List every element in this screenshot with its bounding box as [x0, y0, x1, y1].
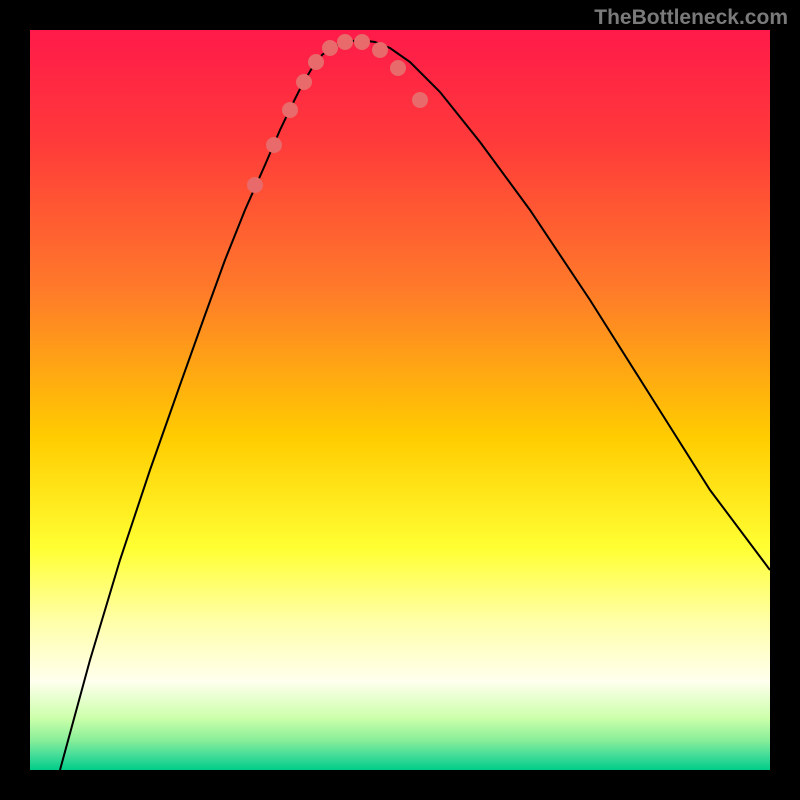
- plot-area: [30, 30, 770, 770]
- marker-point: [296, 74, 312, 90]
- marker-point: [322, 40, 338, 56]
- marker-point: [282, 102, 298, 118]
- bottleneck-curve: [60, 40, 770, 770]
- marker-point: [337, 34, 353, 50]
- marker-point: [412, 92, 428, 108]
- curve-markers: [247, 34, 428, 193]
- watermark-text: TheBottleneck.com: [594, 6, 788, 30]
- marker-point: [372, 42, 388, 58]
- marker-point: [266, 137, 282, 153]
- marker-point: [390, 60, 406, 76]
- curve-layer: [30, 30, 770, 770]
- marker-point: [308, 54, 324, 70]
- marker-point: [354, 34, 370, 50]
- marker-point: [247, 177, 263, 193]
- chart-container: TheBottleneck.com: [0, 0, 800, 800]
